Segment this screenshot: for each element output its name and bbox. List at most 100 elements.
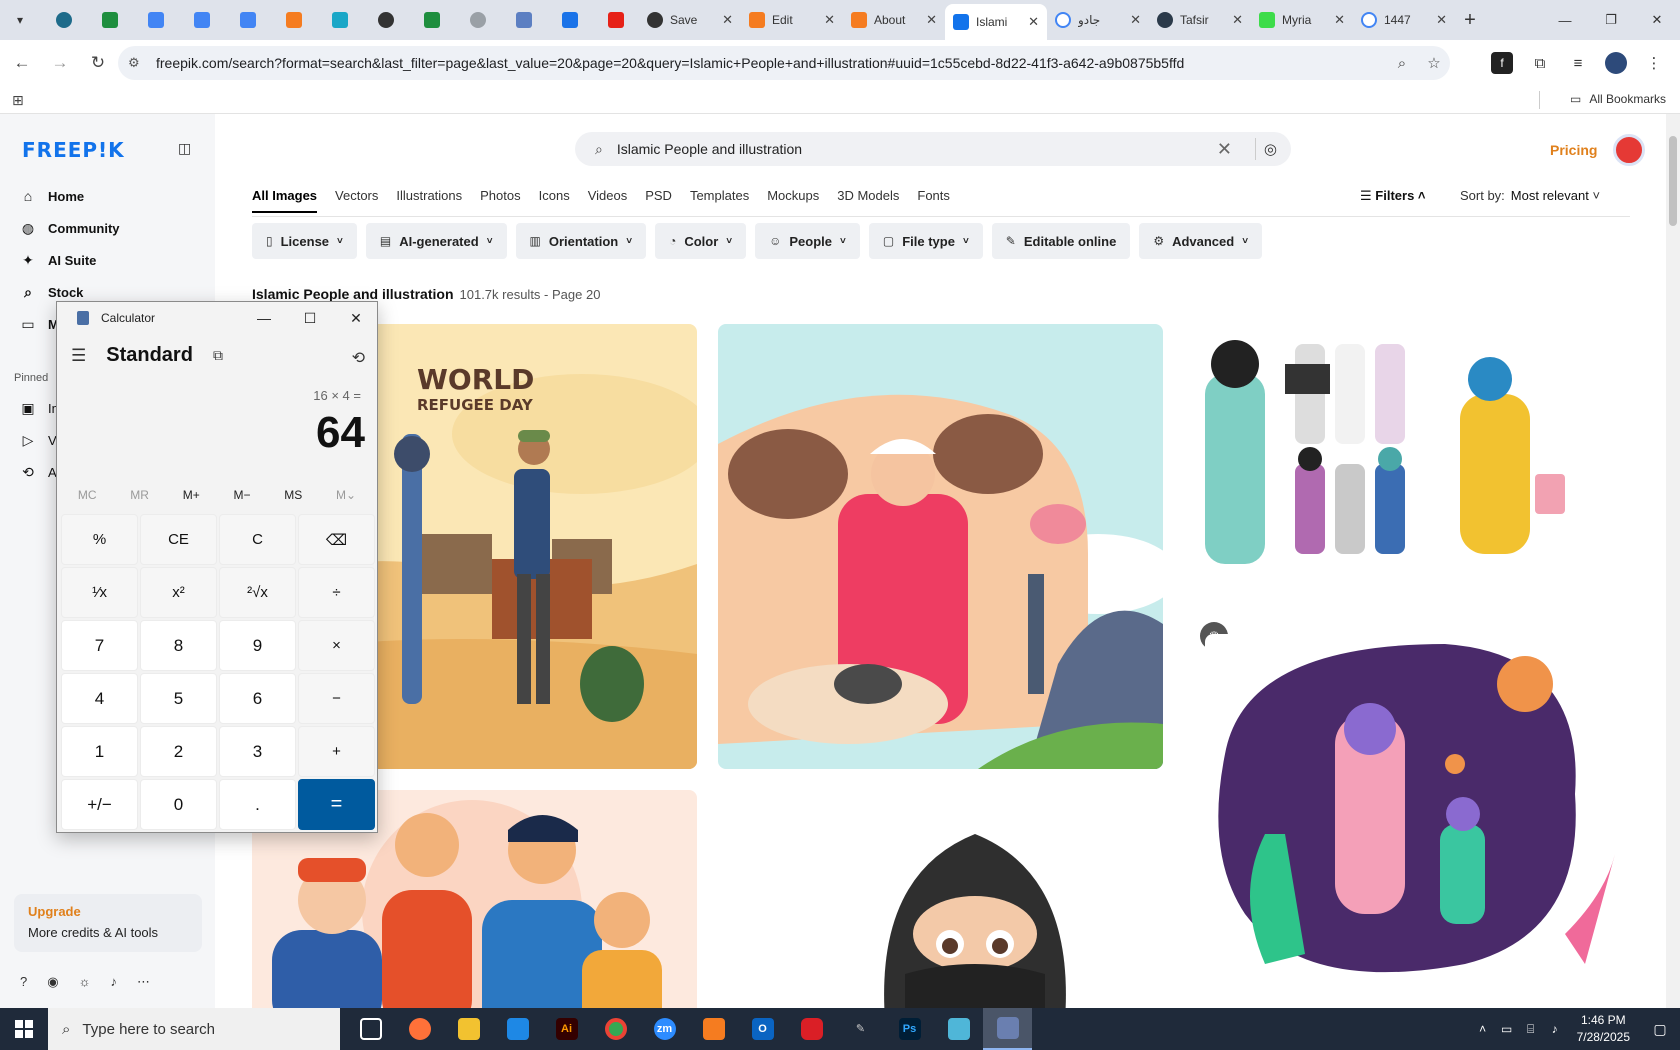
tab-all-images[interactable]: All Images xyxy=(252,188,318,213)
zoom-icon[interactable]: ⌕ xyxy=(1386,55,1418,72)
search-bar[interactable]: ⌕ Islamic People and illustration ✕ ◎ xyxy=(575,132,1291,166)
chip-editable-online[interactable]: ✎ Editable online xyxy=(991,223,1131,259)
minimize-icon[interactable]: — xyxy=(241,306,287,330)
sidebar-item-home[interactable]: ⌂ Home xyxy=(20,180,120,212)
keep-on-top-icon[interactable]: ⧉ xyxy=(213,347,223,364)
taskbar-search[interactable]: ⌕ Type here to search xyxy=(48,1008,340,1050)
volume-icon[interactable]: ♪ xyxy=(1543,1022,1567,1036)
task-view-button[interactable] xyxy=(346,1008,395,1050)
pinned-tab[interactable] xyxy=(41,5,87,35)
close-tab-icon[interactable]: ✕ xyxy=(1334,12,1345,28)
maximize-icon[interactable]: ☐ xyxy=(287,306,333,330)
tab-islamic[interactable]: Islami ✕ xyxy=(945,4,1047,40)
tab-search-button[interactable]: ▾ xyxy=(5,5,35,35)
close-tab-icon[interactable]: ✕ xyxy=(1130,12,1141,28)
digit-4-key[interactable]: 4 xyxy=(61,673,138,724)
taskbar-zoom[interactable]: zm xyxy=(640,1008,689,1050)
clear-key[interactable]: C xyxy=(219,514,296,565)
digit-3-key[interactable]: 3 xyxy=(219,726,296,777)
freepik-logo[interactable]: FREEP!K xyxy=(22,138,125,162)
square-key[interactable]: x² xyxy=(140,567,217,618)
digit-0-key[interactable]: 0 xyxy=(140,779,217,830)
chip-license[interactable]: ▯ License ˅ xyxy=(252,223,357,259)
close-tab-icon[interactable]: ✕ xyxy=(1232,12,1243,28)
notifications-icon[interactable]: ♪ xyxy=(111,974,118,990)
backspace-key[interactable]: ⌫ xyxy=(298,514,375,565)
chip-file-type[interactable]: ▢ File type ˅ xyxy=(868,223,983,259)
tab-mockups[interactable]: Mockups xyxy=(767,188,819,213)
digit-2-key[interactable]: 2 xyxy=(140,726,217,777)
result-image-mother-child[interactable] xyxy=(1205,634,1625,1008)
pinned-tab[interactable] xyxy=(501,5,547,35)
sort-dropdown[interactable]: Sort by: Most relevant ˅ xyxy=(1460,188,1600,203)
digit-1-key[interactable]: 1 xyxy=(61,726,138,777)
discord-icon[interactable]: ◉ xyxy=(47,974,58,990)
digit-5-key[interactable]: 5 xyxy=(140,673,217,724)
chip-orientation[interactable]: ▥ Orientation ˅ xyxy=(515,223,647,259)
digit-7-key[interactable]: 7 xyxy=(61,620,138,671)
subtract-key[interactable]: − xyxy=(298,673,375,724)
taskbar-pen-tool[interactable]: ✎ xyxy=(836,1008,885,1050)
add-key[interactable]: + xyxy=(298,726,375,777)
search-input[interactable]: Islamic People and illustration xyxy=(617,141,1217,157)
tab-google-2[interactable]: 1447 ✕ xyxy=(1353,4,1455,36)
clear-entry-key[interactable]: CE xyxy=(140,514,217,565)
clock[interactable]: 1:46 PM 7/28/2025 xyxy=(1577,1012,1630,1046)
pinned-tab[interactable] xyxy=(179,5,225,35)
chip-color[interactable]: ◔ Color ˅ xyxy=(655,223,747,259)
tab-templates[interactable]: Templates xyxy=(690,188,749,213)
calculator-titlebar[interactable]: Calculator — ☐ ✕ xyxy=(57,302,377,334)
square-root-key[interactable]: ²√x xyxy=(219,567,296,618)
tab-myria[interactable]: Myria ✕ xyxy=(1251,4,1353,36)
taskbar-calculator[interactable] xyxy=(983,1008,1032,1050)
reload-button[interactable]: ↻ xyxy=(82,47,114,79)
hamburger-menu-icon[interactable]: ☰ xyxy=(71,346,86,366)
divide-key[interactable]: ÷ xyxy=(298,567,375,618)
tab-icons[interactable]: Icons xyxy=(539,188,570,213)
site-info-icon[interactable]: ⚙ xyxy=(128,55,148,71)
reciprocal-key[interactable]: ¹⁄x xyxy=(61,567,138,618)
theme-icon[interactable]: ☼ xyxy=(79,974,91,990)
tab-google-1[interactable]: جادو ✕ xyxy=(1047,4,1149,36)
negate-key[interactable]: +/− xyxy=(61,779,138,830)
digit-8-key[interactable]: 8 xyxy=(140,620,217,671)
network-icon[interactable]: ⌸ xyxy=(1519,1022,1543,1037)
url-text[interactable]: freepik.com/search?format=search&last_fi… xyxy=(156,55,1386,71)
profile-avatar[interactable] xyxy=(1605,52,1627,74)
decimal-key[interactable]: . xyxy=(219,779,296,830)
tab-psd[interactable]: PSD xyxy=(645,188,672,213)
restore-icon[interactable]: ❐ xyxy=(1588,0,1634,40)
tab-3d-models[interactable]: 3D Models xyxy=(837,188,899,213)
sidebar-item-community[interactable]: ◍ Community xyxy=(20,212,120,244)
taskbar-app[interactable] xyxy=(934,1008,983,1050)
memory-clear-button[interactable]: MC xyxy=(78,488,97,502)
help-icon[interactable]: ? xyxy=(20,974,27,990)
back-button[interactable]: ← xyxy=(6,47,38,79)
close-icon[interactable]: ✕ xyxy=(333,306,379,330)
font-extension-icon[interactable]: f xyxy=(1491,52,1513,74)
close-tab-icon[interactable]: ✕ xyxy=(926,12,937,28)
tab-photos[interactable]: Photos xyxy=(480,188,520,213)
start-button[interactable] xyxy=(0,1008,48,1050)
browser-menu-icon[interactable]: ⋮ xyxy=(1638,47,1670,79)
all-bookmarks-button[interactable]: ▭ All Bookmarks xyxy=(1570,92,1666,106)
filters-button[interactable]: ☰ Filters ˄ xyxy=(1360,188,1426,204)
minimize-icon[interactable]: — xyxy=(1542,0,1588,40)
apps-grid-icon[interactable]: ⊞ xyxy=(12,92,24,109)
media-controls-icon[interactable]: ≡ xyxy=(1562,47,1594,79)
taskbar-search-input[interactable]: Type here to search xyxy=(82,1021,215,1038)
new-tab-button[interactable]: + xyxy=(1455,9,1485,32)
taskbar-outlook[interactable]: O xyxy=(738,1008,787,1050)
tab-save[interactable]: Save ✕ xyxy=(639,4,741,36)
percent-key[interactable]: % xyxy=(61,514,138,565)
multiply-key[interactable]: × xyxy=(298,620,375,671)
taskbar-file-explorer[interactable] xyxy=(444,1008,493,1050)
sidebar-item-ai-suite[interactable]: ✦ AI Suite xyxy=(20,244,120,276)
memory-subtract-button[interactable]: M− xyxy=(233,488,250,502)
notifications-icon[interactable]: ▢ xyxy=(1640,1021,1680,1038)
chip-advanced[interactable]: ⚙ Advanced ˅ xyxy=(1139,223,1263,259)
tab-illustrations[interactable]: Illustrations xyxy=(396,188,462,213)
close-tab-icon[interactable]: ✕ xyxy=(1028,14,1039,30)
upgrade-card[interactable]: Upgrade More credits & AI tools xyxy=(14,894,202,952)
pricing-link[interactable]: Pricing xyxy=(1550,142,1597,158)
